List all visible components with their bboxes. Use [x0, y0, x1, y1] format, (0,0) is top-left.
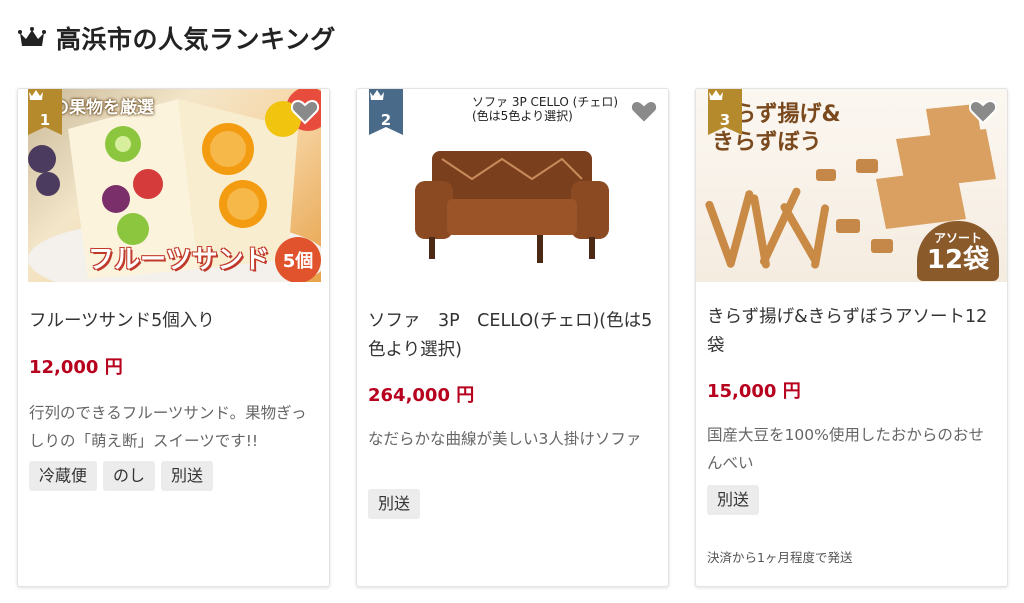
- product-name[interactable]: きらず揚げ&きらずぼうアソート12袋: [707, 303, 997, 361]
- product-description: 国産大豆を100%使用したおからのおせんべい: [707, 426, 984, 472]
- shipping-note: 決済から1ヶ月程度で発送: [707, 550, 853, 565]
- ranking-header: 高浜市の人気ランキング: [18, 18, 336, 58]
- product-price: 12,000 円: [29, 357, 123, 378]
- tag-list: 別送: [368, 489, 421, 519]
- crown-icon: [18, 27, 46, 49]
- favorite-heart-icon[interactable]: [629, 99, 659, 129]
- favorite-heart-icon[interactable]: [290, 99, 320, 129]
- product-description: なだらかな曲線が美しい3人掛けソファ: [368, 430, 642, 448]
- rank-crown-icon: [709, 90, 723, 100]
- product-image-fruit-sandwich[interactable]: の果物を厳選 フルーツサンド 5個: [28, 89, 321, 282]
- product-card-1[interactable]: の果物を厳選 フルーツサンド 5個 1 フルーツサンド5個入り 12,000 円…: [17, 88, 330, 587]
- product-name[interactable]: フルーツサンド5個入り: [29, 307, 319, 336]
- image-caption-top: の果物を厳選: [52, 98, 154, 118]
- tag-noshi: のし: [103, 461, 156, 491]
- rank-badge: 1: [28, 89, 62, 135]
- rank-number: 2: [380, 111, 392, 129]
- product-price: 15,000 円: [707, 381, 801, 402]
- rank-number: 3: [719, 111, 731, 129]
- favorite-heart-icon[interactable]: [968, 99, 998, 129]
- page-title: 高浜市の人気ランキング: [56, 25, 336, 54]
- tag-separate-shipping: 別送: [707, 485, 760, 515]
- image-caption: ソファ 3P CELLO (チェロ) (色は5色より選択): [472, 95, 619, 123]
- product-name[interactable]: ソファ 3P CELLO(チェロ)(色は5色より選択): [368, 307, 658, 365]
- tag-list: 別送: [707, 485, 760, 515]
- image-count-badge: 5個: [275, 237, 321, 282]
- rank-number: 1: [39, 111, 51, 129]
- tag-list: 冷蔵便 のし 別送: [29, 461, 214, 491]
- tag-separate-shipping: 別送: [161, 461, 214, 491]
- product-card-3[interactable]: きらず揚げ& きらずぼう アソート 12袋 3 きらず揚げ&きらずぼうアソート1…: [695, 88, 1008, 587]
- tag-separate-shipping: 別送: [368, 489, 421, 519]
- image-caption-name: フルーツサンド: [88, 245, 270, 275]
- rank-badge: 2: [369, 89, 403, 135]
- product-image-sofa[interactable]: ソファ 3P CELLO (チェロ) (色は5色より選択): [357, 89, 668, 282]
- product-card-2[interactable]: ソファ 3P CELLO (チェロ) (色は5色より選択) 2 ソファ 3P C…: [356, 88, 669, 587]
- assort-badge-label: アソート: [933, 231, 982, 245]
- rank-crown-icon: [29, 90, 43, 100]
- tag-refrigerated: 冷蔵便: [29, 461, 98, 491]
- rank-crown-icon: [370, 90, 384, 100]
- product-price: 264,000 円: [368, 385, 475, 406]
- rank-badge: 3: [708, 89, 742, 135]
- image-assort-badge: アソート 12袋: [917, 221, 999, 281]
- product-description: 行列のできるフルーツサンド。果物ぎっしりの「萌え断」スイーツです!!: [29, 404, 307, 450]
- assort-badge-count: 12袋: [926, 245, 990, 275]
- product-image-kirazu-snack[interactable]: きらず揚げ& きらずぼう アソート 12袋: [696, 89, 1007, 282]
